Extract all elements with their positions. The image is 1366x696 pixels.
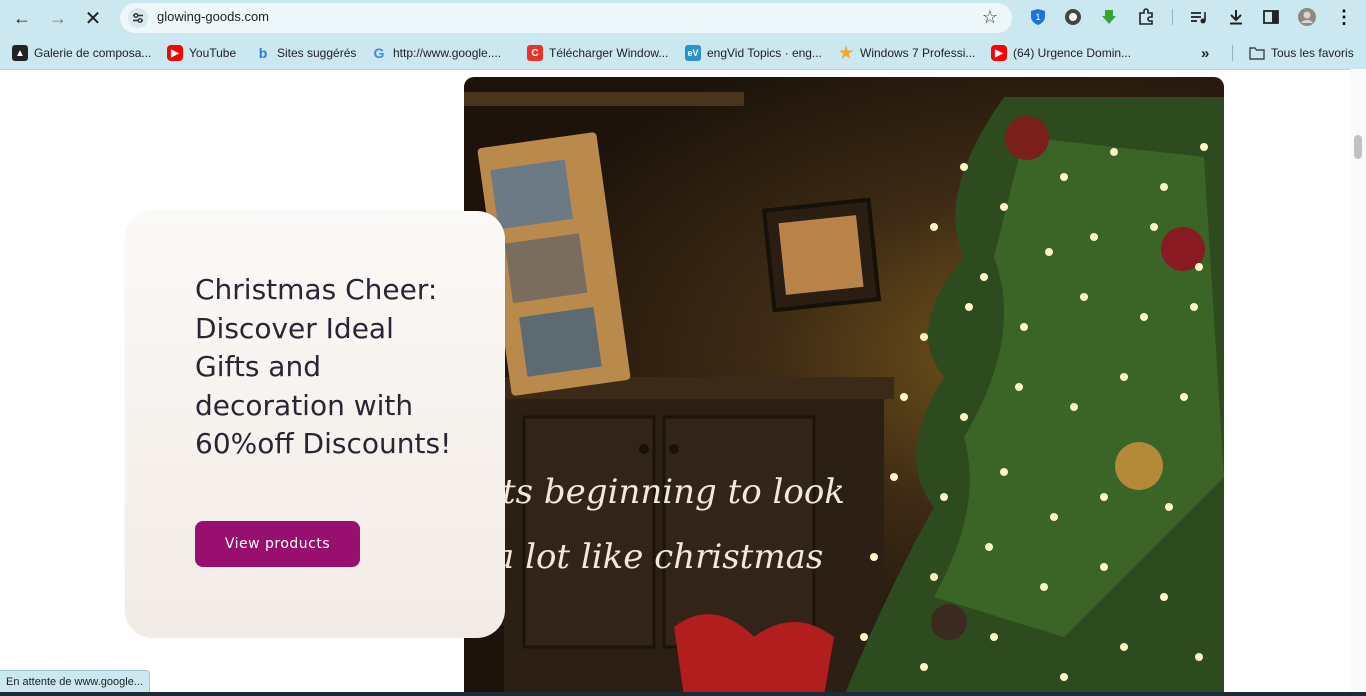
bookmark-label: http://www.google.... [393, 46, 502, 60]
youtube-icon: ▶ [991, 45, 1007, 61]
bookmark-label: engVid Topics · eng... [707, 46, 822, 60]
all-bookmarks-folder[interactable]: Tous les favoris [1249, 44, 1354, 62]
page-scrollbar[interactable] [1350, 69, 1366, 696]
bing-icon: b [258, 45, 268, 61]
extensions-puzzle-icon[interactable] [1135, 6, 1157, 28]
bookmark-item[interactable]: ★ Windows 7 Professi... [838, 44, 976, 62]
galerie-icon: ▲ [12, 45, 28, 61]
image-script-line2: a lot like christmas [494, 537, 824, 577]
bookmark-label: YouTube [189, 46, 237, 60]
bookmark-label: (64) Urgence Domin... [1013, 46, 1132, 60]
downloads-icon[interactable] [1225, 6, 1247, 28]
bookmark-item[interactable]: G http://www.google.... [371, 44, 502, 62]
bookmark-label: Windows 7 Professi... [860, 46, 976, 60]
address-bar[interactable]: glowing-goods.com ☆ [120, 3, 1012, 33]
image-script-line1: ts beginning to look [502, 472, 845, 512]
extension-g-icon[interactable] [1062, 6, 1084, 28]
star-icon: ★ [838, 45, 854, 62]
bookmark-item[interactable]: ▶ (64) Urgence Domin... [991, 44, 1131, 62]
promo-card: Christmas Cheer: Discover Ideal Gifts an… [125, 211, 505, 638]
taskbar-strip [0, 692, 1366, 696]
site-settings-icon[interactable] [128, 8, 148, 28]
menu-kebab-icon[interactable]: ⋮ [1333, 6, 1355, 28]
youtube-icon: ▶ [167, 45, 183, 61]
stop-loading-icon[interactable]: ✕ [79, 4, 107, 32]
bookmark-item[interactable]: ▶ YouTube [167, 44, 236, 62]
christmas-hero-image: ts beginning to look a lot like christma… [464, 77, 1224, 696]
profile-avatar-icon[interactable] [1296, 6, 1318, 28]
forward-arrow-icon[interactable]: → [44, 4, 72, 32]
back-arrow-icon[interactable]: ← [8, 4, 36, 32]
svg-text:1: 1 [1035, 12, 1040, 22]
browser-toolbar: ← → ✕ glowing-goods.com ☆ 1 ⋮ [0, 0, 1366, 36]
google-icon: G [373, 45, 385, 61]
bookmarks-bar: ▲ Galerie de composa... ▶ YouTube b Site… [0, 36, 1366, 70]
download-extension-icon[interactable] [1098, 6, 1120, 28]
bookmark-label: Tous les favoris [1271, 46, 1354, 60]
bookmark-item[interactable]: b Sites suggérés [255, 44, 357, 62]
loading-status-bubble: En attente de www.google... [0, 670, 150, 694]
promo-heading: Christmas Cheer: Discover Ideal Gifts an… [195, 273, 452, 460]
toolbar-divider [1172, 9, 1173, 25]
bookmark-item[interactable]: C Télécharger Window... [527, 44, 668, 62]
side-panel-icon[interactable] [1260, 6, 1282, 28]
more-bookmarks-chevron-icon[interactable]: » [1201, 44, 1209, 62]
view-products-button[interactable]: View products [195, 521, 360, 567]
bookmark-item[interactable]: eV engVid Topics · eng... [685, 44, 822, 62]
media-control-icon[interactable] [1187, 6, 1209, 28]
c-icon: C [527, 45, 543, 61]
bookmark-label: Galerie de composa... [34, 46, 152, 60]
folder-icon [1249, 45, 1265, 61]
engvid-icon: eV [685, 45, 701, 61]
bookmark-star-icon[interactable]: ☆ [982, 7, 998, 28]
bookmark-label: Sites suggérés [277, 46, 357, 60]
christmas-scene-illustration [464, 92, 1224, 696]
bookmarks-divider [1232, 45, 1233, 61]
bookmark-item[interactable]: ▲ Galerie de composa... [12, 44, 151, 62]
bitwarden-extension-icon[interactable]: 1 [1027, 6, 1049, 28]
bookmark-label: Télécharger Window... [549, 46, 669, 60]
scrollbar-thumb[interactable] [1354, 135, 1362, 159]
url-text[interactable]: glowing-goods.com [157, 9, 269, 24]
